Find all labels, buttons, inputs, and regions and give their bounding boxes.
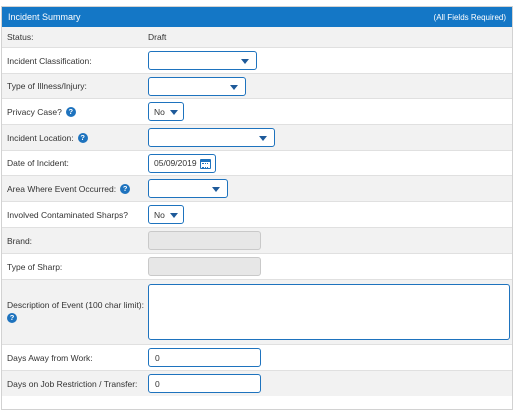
- row-days-away: Days Away from Work:: [2, 345, 512, 371]
- date-of-incident-value: 05/09/2019: [154, 158, 197, 168]
- required-note: (All Fields Required): [433, 12, 506, 22]
- brand-input: [148, 231, 261, 250]
- privacy-case-label-group: Privacy Case? ?: [7, 106, 76, 117]
- date-of-incident-input[interactable]: 05/09/2019: [148, 153, 216, 173]
- date-of-incident-label: Date of Incident:: [7, 158, 69, 168]
- area-occurred-select[interactable]: [148, 179, 228, 198]
- brand-label: Brand:: [7, 235, 33, 246]
- chevron-down-icon: [170, 110, 178, 115]
- illness-type-label: Type of Illness/Injury:: [7, 81, 87, 91]
- sharp-type-label: Type of Sharp:: [7, 261, 63, 272]
- contaminated-sharps-label: Involved Contaminated Sharps?: [7, 209, 128, 220]
- row-illness-type: Type of Illness/Injury:: [2, 74, 512, 99]
- row-status: Status: Draft: [2, 27, 512, 48]
- area-occurred-label: Area Where Event Occurred:: [7, 183, 117, 194]
- row-incident-location: Incident Location: ?: [2, 125, 512, 151]
- chevron-down-icon: [170, 213, 178, 218]
- row-description: Description of Event (100 char limit): ?: [2, 280, 512, 345]
- days-away-input[interactable]: [148, 348, 261, 367]
- incident-location-label: Incident Location:: [7, 132, 74, 143]
- privacy-case-label: Privacy Case?: [7, 106, 62, 117]
- incident-location-select[interactable]: [148, 128, 275, 147]
- incident-classification-select[interactable]: [148, 51, 257, 70]
- incident-summary-panel: Incident Summary (All Fields Required) S…: [1, 6, 513, 410]
- days-restriction-input[interactable]: [148, 374, 261, 393]
- days-away-label: Days Away from Work:: [7, 352, 93, 363]
- illness-type-select[interactable]: [148, 76, 246, 96]
- description-label: Description of Event (100 char limit):: [7, 300, 144, 310]
- panel-title: Incident Summary: [8, 12, 81, 22]
- description-label-group: Description of Event (100 char limit): ?: [7, 300, 144, 323]
- help-circle-icon[interactable]: ?: [65, 106, 76, 117]
- row-contaminated-sharps: Involved Contaminated Sharps? No: [2, 202, 512, 228]
- help-circle-icon[interactable]: ?: [77, 132, 88, 143]
- calendar-icon[interactable]: [200, 158, 211, 169]
- chevron-down-icon: [241, 59, 249, 64]
- panel-header: Incident Summary (All Fields Required): [2, 7, 512, 27]
- row-privacy-case: Privacy Case? ? No: [2, 99, 512, 125]
- help-circle-icon[interactable]: ?: [120, 183, 131, 194]
- row-brand: Brand:: [2, 228, 512, 254]
- row-date-of-incident: Date of Incident: 05/09/2019: [2, 151, 512, 176]
- status-label: Status:: [7, 32, 34, 42]
- contaminated-sharps-value: No: [154, 209, 165, 220]
- incident-location-label-group: Incident Location: ?: [7, 132, 88, 143]
- row-incident-classification: Incident Classification:: [2, 48, 512, 74]
- row-sharp-type: Type of Sharp:: [2, 254, 512, 280]
- row-days-restriction: Days on Job Restriction / Transfer:: [2, 371, 512, 396]
- chevron-down-icon: [259, 136, 267, 141]
- chevron-down-icon: [212, 187, 220, 192]
- status-value: Draft: [148, 32, 167, 42]
- incident-classification-label: Incident Classification:: [7, 55, 92, 66]
- contaminated-sharps-select[interactable]: No: [148, 205, 184, 224]
- chevron-down-icon: [230, 84, 238, 90]
- privacy-case-value: No: [154, 106, 165, 117]
- sharp-type-input: [148, 257, 261, 276]
- area-occurred-label-group: Area Where Event Occurred: ?: [7, 183, 131, 194]
- help-circle-icon[interactable]: ?: [7, 313, 17, 323]
- privacy-case-select[interactable]: No: [148, 102, 184, 121]
- description-textarea[interactable]: [148, 284, 510, 340]
- row-area-occurred: Area Where Event Occurred: ?: [2, 176, 512, 202]
- days-restriction-label: Days on Job Restriction / Transfer:: [7, 378, 138, 389]
